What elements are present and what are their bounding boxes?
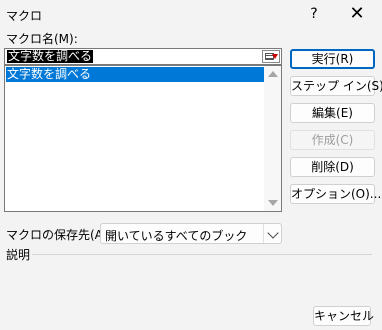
macro-store-value: 開いているすべてのブック bbox=[105, 229, 248, 243]
collapse-arrow-icon bbox=[272, 54, 278, 59]
macro-name-value: 文字数を調べる bbox=[7, 49, 94, 63]
cancel-button[interactable]: キャンセル bbox=[313, 306, 374, 326]
dialog-title: マクロ bbox=[6, 9, 43, 23]
edit-button[interactable]: 編集(E) bbox=[290, 103, 375, 123]
chevron-down-icon[interactable] bbox=[267, 227, 279, 239]
macro-store-select[interactable]: 開いているすべてのブック bbox=[100, 223, 282, 244]
macro-list-item[interactable]: 文字数を調べる bbox=[6, 67, 265, 82]
macro-list-scrollbar[interactable] bbox=[264, 66, 281, 211]
collapse-dialog-button[interactable] bbox=[262, 50, 280, 63]
macro-store-label: マクロの保存先(A): bbox=[6, 228, 112, 242]
close-button[interactable]: ✕ bbox=[340, 3, 374, 25]
macro-name-label: マクロ名(M): bbox=[6, 32, 78, 46]
scroll-up-icon[interactable] bbox=[268, 71, 278, 77]
macro-list[interactable]: 文字数を調べる bbox=[4, 65, 282, 212]
description-divider bbox=[32, 254, 372, 255]
delete-button[interactable]: 削除(D) bbox=[290, 157, 375, 177]
macro-name-input[interactable]: 文字数を調べる bbox=[4, 48, 282, 65]
title-bar: マクロ ? ✕ bbox=[0, 0, 382, 28]
dropdown-divider bbox=[263, 224, 264, 243]
help-button[interactable]: ? bbox=[300, 3, 328, 25]
description-label: 説明 bbox=[6, 248, 31, 262]
run-button[interactable]: 実行(R) bbox=[290, 49, 375, 69]
step-in-button[interactable]: ステップ イン(S) bbox=[290, 76, 382, 96]
scroll-down-icon[interactable] bbox=[268, 200, 278, 206]
create-button: 作成(C) bbox=[290, 130, 375, 150]
options-button[interactable]: オプション(O)... bbox=[290, 184, 381, 204]
